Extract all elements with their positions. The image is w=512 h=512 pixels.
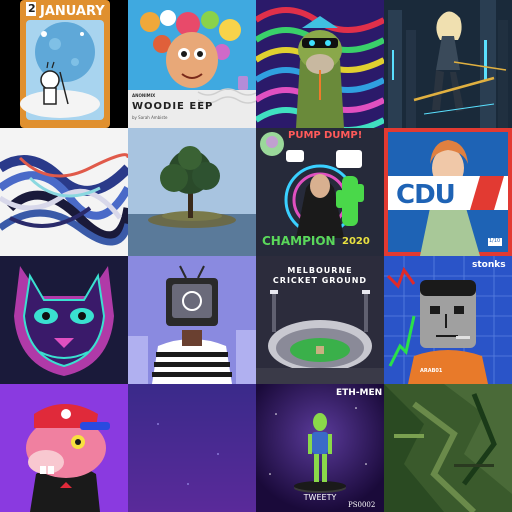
abstract-swirl-art — [0, 128, 128, 256]
cdu-edition-tag: 1/10 — [489, 238, 501, 244]
tile-stonks-man[interactable]: stonks ARAB01 — [384, 256, 512, 384]
mcg-title-line2: CRICKET GROUND — [272, 276, 368, 285]
january-card-number: 2 — [28, 2, 36, 15]
january-card-art — [20, 0, 110, 128]
champion-year: 2020 — [342, 236, 370, 247]
woodie-ep-title: WOODIE EEP — [132, 101, 214, 112]
nft-collection-grid: 2 JANUARY ANONIMIX WOODIE EEP by Sarah A… — [0, 0, 512, 512]
champion-label: CHAMPION — [262, 234, 336, 248]
tile-tv-head-character[interactable] — [128, 256, 256, 384]
woodie-ep-artist: ANONIMIX — [132, 93, 156, 98]
tile-cdu-poster[interactable]: CDU 1/10 — [384, 128, 512, 256]
tile-green-glitch[interactable] — [384, 384, 512, 512]
pink-dino-art — [0, 384, 128, 512]
purple-gradient-art — [128, 384, 256, 512]
neon-cat-art — [0, 256, 128, 384]
dump-label: DUMP! — [324, 130, 363, 141]
january-card-title: JANUARY — [40, 4, 105, 19]
tile-woodie-ep-cover[interactable]: ANONIMIX WOODIE EEP by Sarah Ambiste — [128, 0, 256, 128]
tile-melbourne-cricket-ground[interactable]: MELBOURNE CRICKET GROUND — [256, 256, 384, 384]
tile-tree-island[interactable] — [128, 128, 256, 256]
tile-abstract-swirl[interactable] — [0, 128, 128, 256]
tile-neon-cat-face[interactable] — [0, 256, 128, 384]
woodie-ep-byline: by Sarah Ambiste — [132, 115, 168, 120]
ethmen-brand: ETH-MEN — [336, 388, 383, 398]
cyber-city-girl-art — [384, 0, 512, 128]
tile-cyber-city-girl[interactable] — [384, 0, 512, 128]
tree-island-art — [128, 128, 256, 256]
tile-january-card[interactable]: 2 JANUARY — [0, 0, 128, 128]
tile-pink-dino-cap[interactable] — [0, 384, 128, 512]
green-glitch-art — [384, 384, 512, 512]
stonks-word: stonks — [472, 260, 506, 270]
tile-pump-dump-champion[interactable]: PUMP DUMP! CHAMPION 2020 — [256, 128, 384, 256]
tile-ethmen-tweety[interactable]: ETH-MEN TWEETY PS0002 — [256, 384, 384, 512]
psychedelic-ape-art — [256, 0, 384, 128]
cdu-logo-text: CDU — [396, 180, 456, 210]
stonks-art — [384, 256, 512, 384]
stonks-tag: ARAB01 — [420, 368, 443, 374]
tile-psychedelic-ape[interactable] — [256, 0, 384, 128]
tile-purple-gradient[interactable] — [128, 384, 256, 512]
pump-label: PUMP — [288, 130, 321, 141]
tweety-code: PS0002 — [348, 501, 376, 509]
tv-head-art — [128, 256, 256, 384]
mcg-title-line1: MELBOURNE — [287, 266, 353, 275]
